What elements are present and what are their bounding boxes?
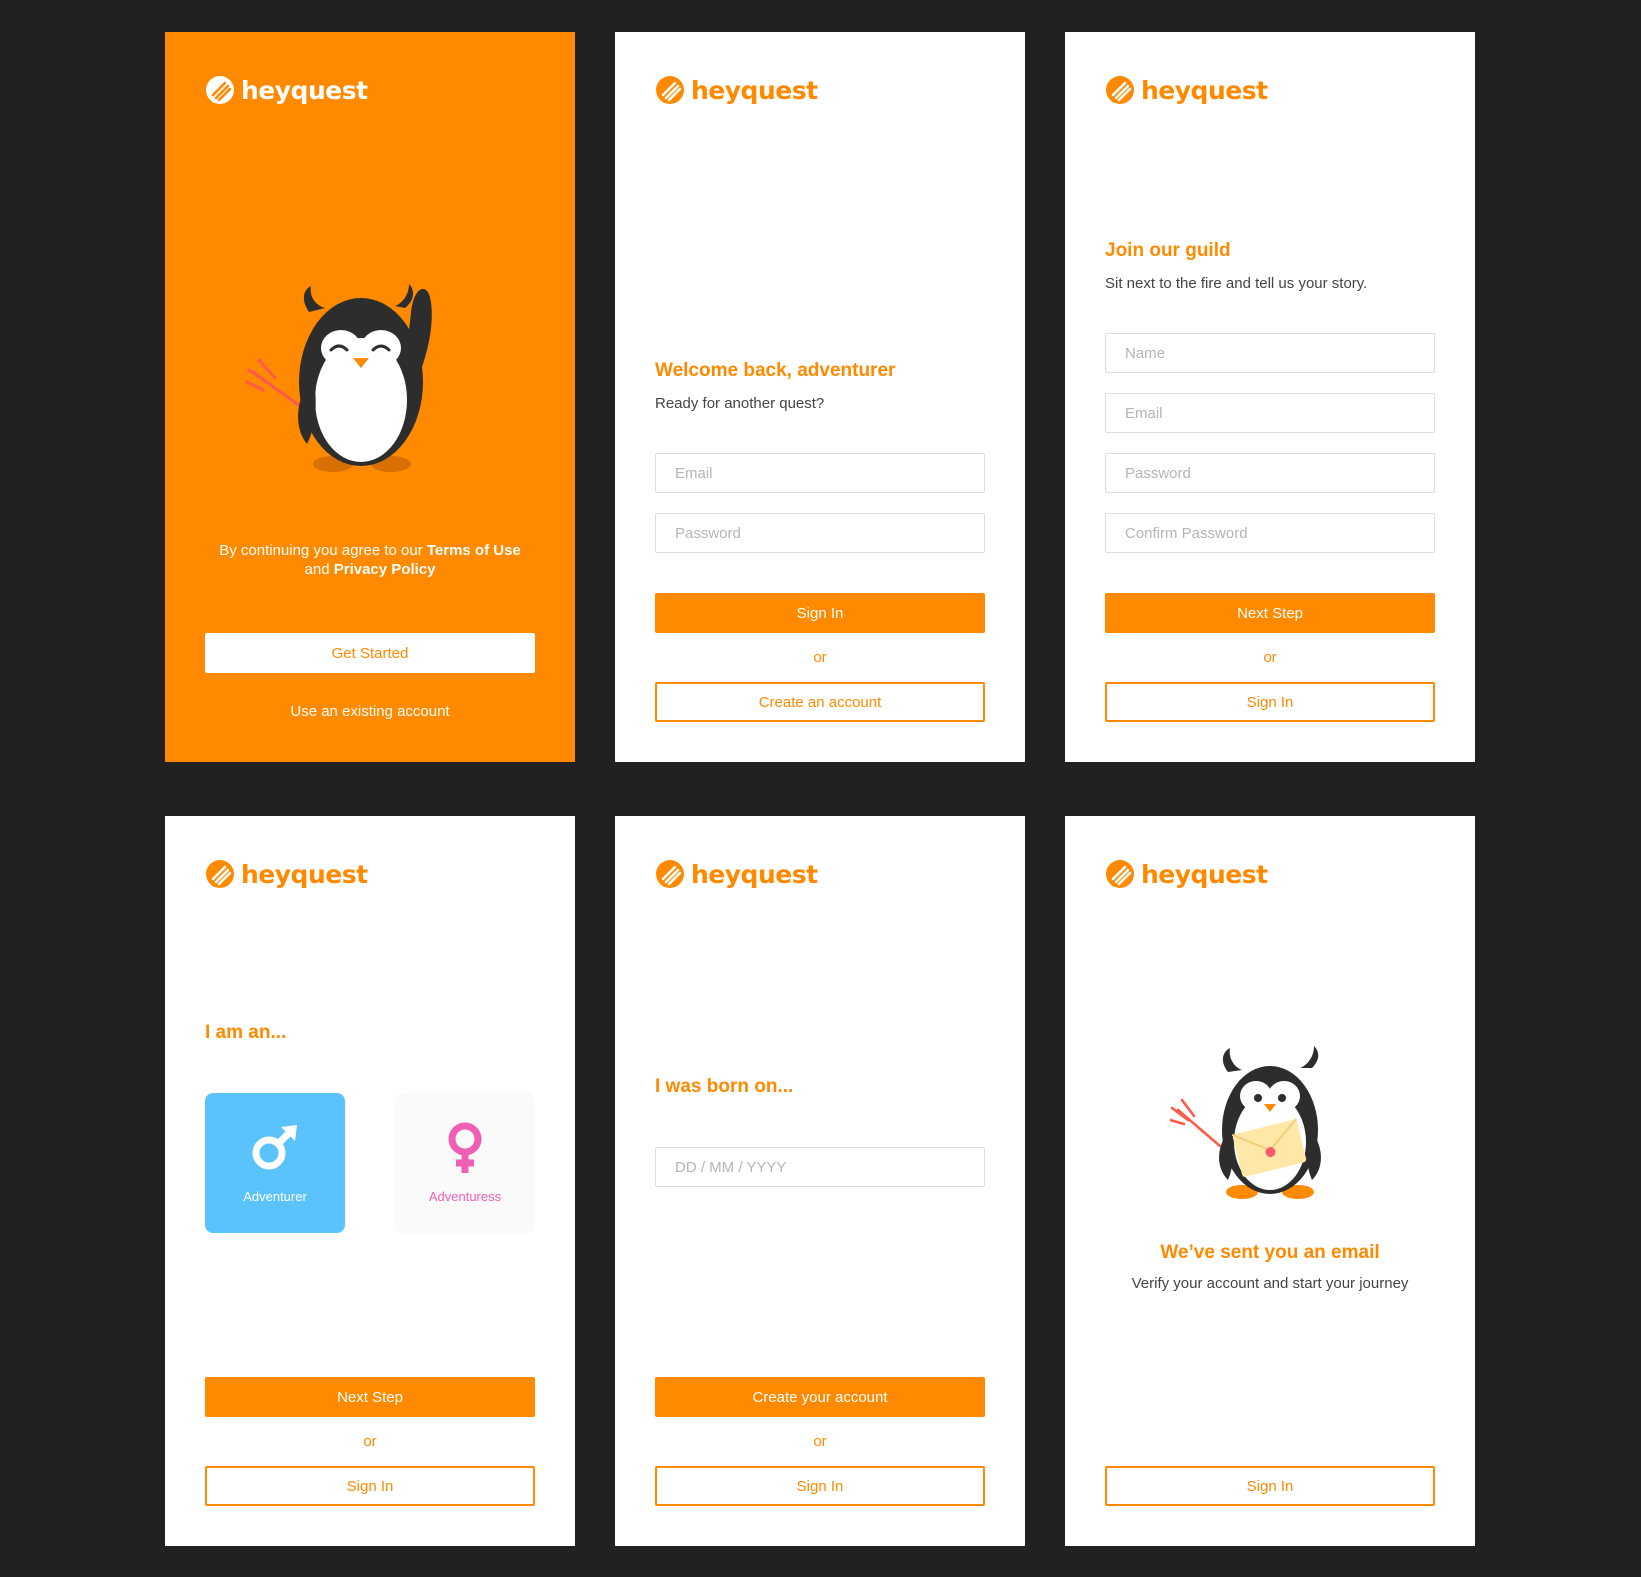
register-screen: heyquest Join our guild Sit next to the …: [1065, 32, 1475, 762]
page-title: I was born on...: [655, 1076, 794, 1097]
brand-logo: heyquest: [205, 72, 368, 108]
sign-in-button[interactable]: Sign In: [1105, 682, 1435, 722]
or-divider: or: [813, 649, 827, 666]
adventurer-label: Adventurer: [243, 1189, 307, 1204]
heyquest-logo-icon: [655, 75, 685, 105]
email-sent-screen: heyquest We’ve sent you an email Verify …: [1065, 816, 1475, 1546]
female-symbol-icon: [448, 1122, 482, 1173]
adventuress-label: Adventuress: [428, 1189, 502, 1204]
brand-logo: heyquest: [1105, 72, 1268, 108]
sign-in-screen: heyquest Welcome back, adventurer Ready …: [615, 32, 1025, 762]
name-field[interactable]: Name: [1105, 333, 1435, 373]
brand-name: heyquest: [1141, 859, 1268, 889]
brand-name: heyquest: [1141, 75, 1268, 105]
brand-name: heyquest: [691, 75, 818, 105]
brand-logo: heyquest: [1105, 856, 1268, 892]
date-of-birth-field[interactable]: DD / MM / YYYY: [655, 1147, 985, 1187]
adventurer-option-card[interactable]: Adventurer: [205, 1093, 345, 1233]
or-divider: or: [1263, 649, 1277, 666]
sign-in-button[interactable]: Sign In: [1105, 1466, 1435, 1506]
page-subtitle: Sit next to the fire and tell us your st…: [1105, 275, 1368, 292]
page-title: Welcome back, adventurer: [655, 360, 896, 381]
sign-in-button[interactable]: Sign In: [655, 593, 985, 633]
male-symbol-icon: [252, 1125, 297, 1170]
penguin-with-envelope-illustration: [1170, 1046, 1321, 1199]
sign-in-button[interactable]: Sign In: [655, 1466, 985, 1506]
waving-devil-penguin-illustration: [245, 284, 432, 472]
privacy-policy-link[interactable]: Privacy Policy: [334, 561, 436, 578]
brand-logo: heyquest: [205, 856, 368, 892]
welcome-screen: heyquest By continuing you agree to our …: [165, 32, 575, 762]
password-field[interactable]: Password: [655, 513, 985, 553]
page-title: I am an...: [205, 1022, 287, 1043]
confirm-password-field[interactable]: Confirm Password: [1105, 513, 1435, 553]
email-field[interactable]: Email: [655, 453, 985, 493]
create-account-button[interactable]: Create an account: [655, 682, 985, 722]
page-subtitle: Verify your account and start your journ…: [1131, 1275, 1409, 1292]
legal-prefix: By continuing you agree to our: [219, 542, 423, 559]
legal-and: and: [304, 561, 330, 578]
page-title: Join our guild: [1105, 240, 1231, 261]
adventuress-option-card[interactable]: Adventuress: [395, 1093, 535, 1233]
brand-name: heyquest: [241, 75, 368, 105]
create-your-account-button[interactable]: Create your account: [655, 1377, 985, 1417]
page-subtitle: Ready for another quest?: [655, 395, 825, 412]
heyquest-logo-icon: [205, 859, 235, 889]
heyquest-logo-icon: [1105, 75, 1135, 105]
or-divider: or: [813, 1433, 827, 1450]
heyquest-logo-icon: [655, 859, 685, 889]
password-field[interactable]: Password: [1105, 453, 1435, 493]
brand-name: heyquest: [241, 859, 368, 889]
heyquest-logo-icon: [205, 75, 235, 105]
sign-in-button[interactable]: Sign In: [205, 1466, 535, 1506]
heyquest-logo-icon: [1105, 859, 1135, 889]
or-divider: or: [363, 1433, 377, 1450]
brand-logo: heyquest: [655, 856, 818, 892]
birthday-screen: heyquest I was born on... DD / MM / YYYY…: [615, 816, 1025, 1546]
get-started-button[interactable]: Get Started: [205, 633, 535, 673]
brand-logo: heyquest: [655, 72, 818, 108]
gender-screen: heyquest I am an... Adventurer Adventure…: [165, 816, 575, 1546]
use-existing-account-link[interactable]: Use an existing account: [205, 703, 535, 720]
next-step-button[interactable]: Next Step: [1105, 593, 1435, 633]
terms-of-use-link[interactable]: Terms of Use: [427, 542, 521, 559]
email-field[interactable]: Email: [1105, 393, 1435, 433]
legal-notice: By continuing you agree to our Terms of …: [185, 541, 555, 579]
page-title: We’ve sent you an email: [1160, 1242, 1380, 1263]
brand-name: heyquest: [691, 859, 818, 889]
next-step-button[interactable]: Next Step: [205, 1377, 535, 1417]
